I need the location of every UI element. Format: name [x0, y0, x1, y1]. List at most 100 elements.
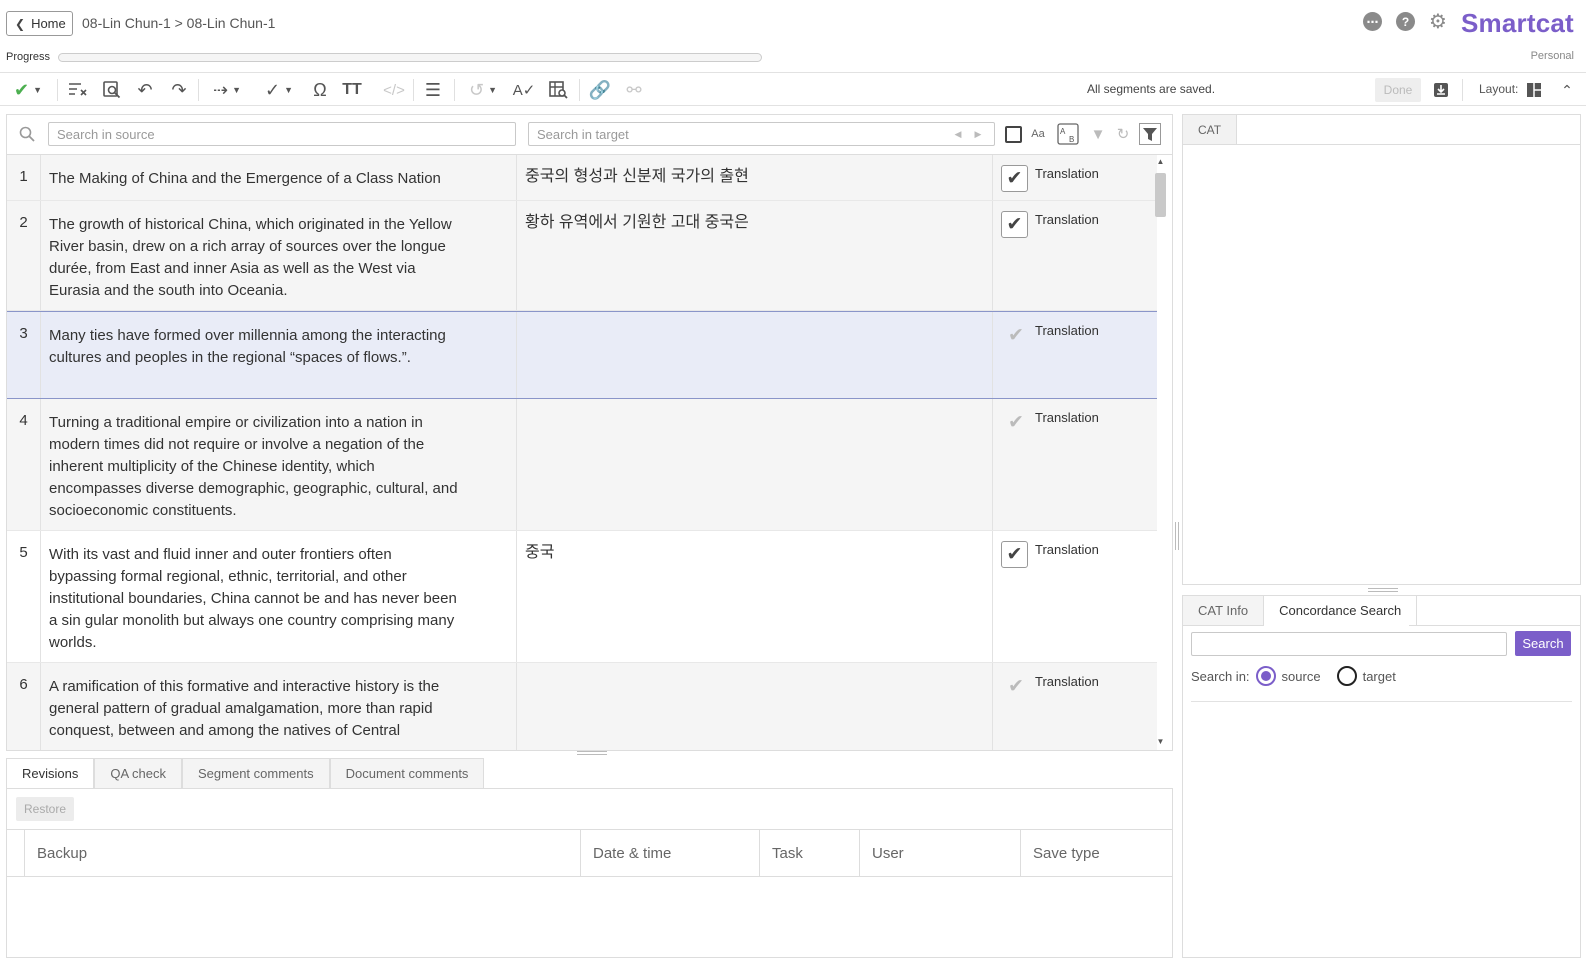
- change-case-icon[interactable]: TT: [340, 79, 364, 101]
- tab-document-comments[interactable]: Document comments: [329, 758, 485, 788]
- unjoin-segments-icon: ⚯: [626, 79, 642, 100]
- scroll-up-icon[interactable]: ▲: [1155, 157, 1166, 166]
- segment-source: Many ties have formed over millennia amo…: [41, 312, 517, 398]
- next-match-icon[interactable]: ▶: [971, 122, 985, 146]
- tab-cat-info[interactable]: CAT Info: [1183, 596, 1265, 626]
- scroll-down-icon[interactable]: ▼: [1155, 737, 1166, 746]
- segment-row[interactable]: 5 With its vast and fluid inner and oute…: [7, 531, 1157, 663]
- status-label: Translation: [1035, 542, 1099, 557]
- confirmed-checkbox[interactable]: ✔: [1001, 165, 1028, 192]
- target-search-input[interactable]: Search in target: [528, 122, 995, 146]
- header-icons: ⋯ ? ⚙: [1363, 12, 1449, 32]
- segment-row[interactable]: 1 The Making of China and the Emergence …: [7, 155, 1157, 201]
- confirmed-checkbox[interactable]: ✔: [1001, 211, 1028, 238]
- bottom-panel: Revisions QA check Segment comments Docu…: [6, 758, 1173, 958]
- done-button[interactable]: Done: [1375, 78, 1421, 102]
- column-date-time[interactable]: Date & time: [581, 830, 760, 876]
- concordance-search-button[interactable]: Search: [1515, 631, 1571, 656]
- undo-icon[interactable]: ↶: [134, 79, 156, 101]
- tab-divider: [1409, 625, 1581, 626]
- prev-match-icon[interactable]: ◀: [951, 122, 965, 146]
- spellcheck-icon[interactable]: A✓: [513, 79, 536, 101]
- table-gutter: [7, 830, 25, 876]
- chevron-left-icon: ❮: [15, 16, 26, 31]
- target-radio[interactable]: [1336, 666, 1357, 686]
- select-all-checkbox[interactable]: [1004, 122, 1022, 146]
- download-icon[interactable]: [1430, 79, 1452, 101]
- tab-segment-comments[interactable]: Segment comments: [182, 758, 330, 788]
- right-panel-splitter[interactable]: [1368, 588, 1398, 592]
- source-option-label: source: [1281, 668, 1321, 684]
- clear-filter-icon[interactable]: ▼: [1087, 122, 1109, 146]
- bottom-tabs: Revisions QA check Segment comments Docu…: [6, 758, 485, 788]
- unconfirmed-check-icon[interactable]: ✔: [1004, 323, 1028, 347]
- concordance-search-input[interactable]: [1191, 632, 1507, 656]
- filter-bar: Search in source Search in target ◀ ▶ Aa…: [7, 115, 1172, 155]
- segment-number: 2: [7, 201, 41, 310]
- source-radio[interactable]: [1255, 666, 1276, 686]
- grid-scrollbar[interactable]: ▲ ▼: [1155, 157, 1166, 746]
- concordance-icon[interactable]: [546, 79, 570, 101]
- segment-rows: 1 The Making of China and the Emergence …: [7, 155, 1157, 750]
- go-to-next-icon[interactable]: ⇢ ▼: [208, 79, 246, 101]
- home-button[interactable]: ❮ Home: [6, 11, 73, 36]
- scroll-thumb[interactable]: [1155, 173, 1166, 217]
- segment-row[interactable]: 4 Turning a traditional empire or civili…: [7, 399, 1157, 531]
- match-case-toggle[interactable]: Aa: [1027, 122, 1049, 146]
- redo-icon[interactable]: ↷: [168, 79, 190, 101]
- tab-cat[interactable]: CAT: [1183, 115, 1237, 145]
- segment-row[interactable]: 6 A ramification of this formative and i…: [7, 663, 1157, 750]
- refresh-icon[interactable]: ↻: [1113, 122, 1133, 146]
- vertical-splitter[interactable]: [1175, 522, 1179, 550]
- replace-text-icon[interactable]: AB: [1056, 122, 1080, 146]
- toolbar-divider: [1462, 79, 1463, 101]
- unconfirmed-check-icon[interactable]: ✔: [1004, 410, 1028, 434]
- segment-source: With its vast and fluid inner and outer …: [41, 531, 517, 662]
- brand-logo[interactable]: Smartcat: [1461, 8, 1574, 39]
- confirm-check-icon[interactable]: ✔ ▼: [10, 79, 46, 101]
- collapse-icon[interactable]: ⌃: [1558, 79, 1576, 101]
- segment-target[interactable]: 황하 유역에서 기원한 고대 중국은: [517, 201, 993, 310]
- segment-target[interactable]: [517, 312, 993, 398]
- unconfirmed-check-icon[interactable]: ✔: [1004, 674, 1028, 698]
- confirmed-checkbox[interactable]: ✔: [1001, 541, 1028, 568]
- copy-source-icon[interactable]: ✓ ▼: [260, 79, 298, 101]
- header: ❮ Home 08-Lin Chun-1 > 08-Lin Chun-1 ⋯ ?…: [0, 0, 1586, 72]
- column-user[interactable]: User: [860, 830, 1021, 876]
- segment-target[interactable]: 중국: [517, 531, 993, 662]
- tab-qa-check[interactable]: QA check: [94, 758, 182, 788]
- progress-bar: [58, 53, 762, 62]
- status-label: Translation: [1035, 674, 1099, 689]
- column-task[interactable]: Task: [760, 830, 860, 876]
- tab-concordance-search[interactable]: Concordance Search: [1264, 596, 1418, 626]
- tab-revisions[interactable]: Revisions: [6, 758, 95, 788]
- source-search-input[interactable]: Search in source: [48, 122, 516, 146]
- segment-target[interactable]: 중국의 형성과 신분제 국가의 출현: [517, 155, 993, 200]
- clear-formatting-icon[interactable]: [67, 79, 89, 101]
- help-icon[interactable]: ?: [1396, 12, 1415, 31]
- search-in-label: Search in:: [1191, 668, 1250, 684]
- segment-row-selected[interactable]: 3 Many ties have formed over millennia a…: [7, 311, 1157, 399]
- column-save-type[interactable]: Save type: [1021, 830, 1171, 876]
- column-backup[interactable]: Backup: [25, 830, 581, 876]
- restore-button[interactable]: Restore: [16, 797, 74, 821]
- find-replace-icon[interactable]: [101, 79, 123, 101]
- segment-status: ✔ Translation: [993, 531, 1157, 662]
- chat-icon[interactable]: ⋯: [1363, 12, 1382, 31]
- segment-target[interactable]: [517, 663, 993, 750]
- segment-source: The growth of historical China, which or…: [41, 201, 517, 310]
- layout-icon[interactable]: [1525, 79, 1543, 101]
- segment-target[interactable]: [517, 399, 993, 530]
- segment-row[interactable]: 2 The growth of historical China, which …: [7, 201, 1157, 311]
- segment-number: 3: [7, 312, 41, 398]
- segment-number: 5: [7, 531, 41, 662]
- split-merge-icon[interactable]: ☰: [421, 79, 445, 101]
- plan-label: Personal: [1530, 50, 1574, 62]
- cat-panel: CAT: [1182, 114, 1581, 585]
- gear-icon[interactable]: ⚙: [1429, 12, 1449, 32]
- horizontal-splitter[interactable]: [577, 751, 607, 755]
- special-char-icon[interactable]: Ω: [309, 79, 331, 101]
- toolbar-divider: [579, 79, 580, 101]
- filter-icon[interactable]: [1138, 122, 1162, 146]
- join-segments-icon: 🔗: [588, 79, 612, 100]
